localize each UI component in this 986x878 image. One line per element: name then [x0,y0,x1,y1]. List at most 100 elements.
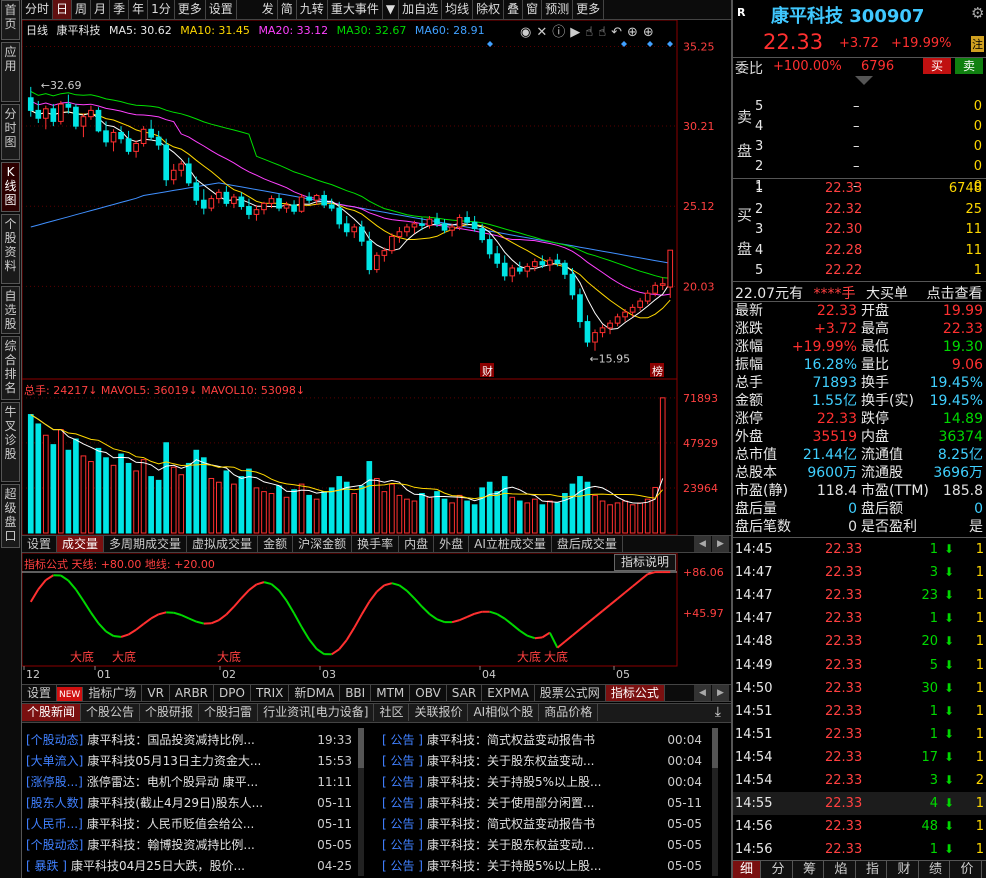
toolbar-btn-13[interactable]: 加自选 [399,0,443,19]
volume-tab-3[interactable]: 虚拟成交量 [187,536,259,552]
bottom-tab-1[interactable]: 分 [765,861,793,878]
indicator-help-button[interactable]: 指标说明 [614,554,677,571]
toolbar-btn-19[interactable]: 更多 [573,0,605,19]
event-dropdown-icon[interactable]: ▼ [383,0,400,19]
toolbar-btn-10[interactable]: 简 [278,0,297,19]
volume-tab-7[interactable]: 内盘 [399,536,435,552]
news-tab-5[interactable]: 社区 [374,704,410,721]
news-right-5[interactable]: [ 公告 ] 康平科技：关于股东权益变动... 05-05 [382,835,702,856]
indicator-tab-14[interactable]: 指标公式 [605,685,665,701]
volume-tab-2[interactable]: 多周期成交量 [104,536,188,552]
buy-button[interactable]: 买 [923,58,951,74]
volume-tab-8[interactable]: 外盘 [434,536,470,552]
news-right-0[interactable]: [ 公告 ] 康平科技：简式权益变动报告书 00:04 [382,730,702,751]
news-left-5[interactable]: [个股动态] 康平科技：翰博投资减持比例... 05-05 [26,835,352,856]
toolbar-btn-12[interactable]: 重大事件 [328,0,383,19]
volume-tab-6[interactable]: 换手率 [352,536,400,552]
toolbar-btn-7[interactable]: 更多 [175,0,206,19]
news-right-1[interactable]: [ 公告 ] 康平科技：关于股东权益变动... 00:04 [382,751,702,772]
main-chart-area[interactable]: 35.25 30.21 25.12 20.03 ←32.69 ←15.95 财 榜 71893 4… [22,20,731,680]
indicator-tab-8[interactable]: BBI [340,685,372,701]
tabs-scroll-right-icon[interactable]: ▶ [712,685,729,701]
left-tab-3[interactable]: K线图 [1,162,20,212]
news-tab-1[interactable]: 个股公告 [81,704,141,721]
volume-tab-4[interactable]: 金额 [258,536,294,552]
toolbar-btn-15[interactable]: 除权 [473,0,505,19]
news-right-title[interactable]: 康平科技：简式权益变动报告书 [427,817,595,831]
left-tab-6[interactable]: 综合排名 [1,336,20,400]
big-order-row[interactable]: 22.07元有 ****手 大买单 点击查看 [735,283,982,303]
news-left-4[interactable]: [人民币...] 康平科技：人民币贬值会给公... 05-11 [26,814,352,835]
news-scrollbar[interactable] [712,728,718,876]
news-tab-7[interactable]: AI相似个股 [468,704,540,721]
bottom-tab-0[interactable]: 细 [733,861,761,878]
news-tab-3[interactable]: 个股扫雷 [199,704,259,721]
indicator-tab-12[interactable]: EXPMA [482,685,535,701]
news-right-4[interactable]: [ 公告 ] 康平科技：简式权益变动报告书 05-05 [382,814,702,835]
indicator-tab-3[interactable]: VR [142,685,170,701]
left-tab-2[interactable]: 分时图 [1,104,20,160]
news-left-title[interactable]: 康平科技：翰博投资减持比例... [87,838,254,852]
toolbar-btn-16[interactable]: 叠 [504,0,524,19]
news-tab-0[interactable]: 个股新闻 [22,704,82,721]
news-right-2[interactable]: [ 公告 ] 康平科技：关于持股5%以上股... 00:04 [382,772,702,793]
toolbar-btn-2[interactable]: 周 [72,0,92,19]
volume-tab-0[interactable]: 设置 [22,536,58,552]
news-left-title[interactable]: 康平科技：国品投资减持比例... [87,733,254,747]
indicator-tab-4[interactable]: ARBR [170,685,215,701]
toolbar-btn-14[interactable]: 均线 [442,0,474,19]
news-tab-8[interactable]: 商品价格 [539,704,599,721]
news-right-6[interactable]: [ 公告 ] 康平科技：关于持股5%以上股... 05-05 [382,856,702,877]
bottom-tab-3[interactable]: 焰 [828,861,856,878]
toolbar-btn-5[interactable]: 年 [129,0,149,19]
news-tab-2[interactable]: 个股研报 [140,704,200,721]
toolbar-btn-0[interactable]: 分时 [22,0,54,19]
sell-button[interactable]: 卖 [955,58,983,74]
news-right-3[interactable]: [ 公告 ] 康平科技：关于使用部分闲置... 05-11 [382,793,702,814]
indicator-tab-13[interactable]: 股票公式网 [535,685,606,701]
toolbar-btn-9[interactable]: 发 [259,0,278,19]
toolbar-btn-1[interactable]: 日 [53,0,73,19]
big-order-link[interactable]: 点击查看 [926,286,982,302]
left-tab-0[interactable]: 首页 [1,0,20,40]
news-left-2[interactable]: [涨停股...] 涨停雷达：电机个股异动 康平... 11:11 [26,772,352,793]
news-left-1[interactable]: [大单流入] 康平科技05月13日主力资金大... 15:53 [26,751,352,772]
volume-tab-1[interactable]: 成交量 [57,536,105,552]
bottom-tab-2[interactable]: 筹 [796,861,824,878]
indicator-tab-10[interactable]: OBV [410,685,447,701]
news-scrollbar[interactable] [358,728,364,876]
download-icon[interactable]: ⤓ [715,704,721,720]
news-right-title[interactable]: 康平科技：简式权益变动报告书 [427,733,595,747]
toolbar-btn-4[interactable]: 季 [110,0,130,19]
news-right-title[interactable]: 康平科技：关于持股5%以上股... [427,859,601,873]
news-left-title[interactable]: 康平科技：人民币贬值会给公... [87,817,254,831]
left-tab-1[interactable]: 应用 [1,42,20,102]
indicator-tab-2[interactable]: 指标广场 [83,685,143,701]
left-tab-8[interactable]: 超级盘口 [1,484,20,548]
indicator-tab-6[interactable]: TRIX [251,685,290,701]
tabs-scroll-left-icon[interactable]: ◀ [694,685,711,701]
volume-tab-10[interactable]: 盘后成交量 [552,536,623,552]
indicator-tab-7[interactable]: 新DMA [289,685,341,701]
gear-icon[interactable]: ⚙ [971,4,984,22]
toolbar-btn-6[interactable]: 1分 [148,0,175,19]
news-tab-6[interactable]: 关联报价 [409,704,469,721]
left-tab-5[interactable]: 自选股 [1,286,20,334]
indicator-tab-11[interactable]: SAR [447,685,483,701]
news-right-title[interactable]: 康平科技：关于持股5%以上股... [427,775,601,789]
left-tab-4[interactable]: 个股资料 [1,214,20,284]
toolbar-btn-17[interactable]: 窗 [523,0,543,19]
bottom-tab-5[interactable]: 财 [891,861,919,878]
news-left-title[interactable]: 康平科技(截止4月29日)股东人... [87,796,263,810]
news-left-6[interactable]: [ 暴跌 ] 康平科技04月25日大跌，股价... 04-25 [26,856,352,877]
tabs-scroll-left-icon[interactable]: ◀ [694,536,711,552]
volume-tab-5[interactable]: 沪深金额 [293,536,353,552]
news-left-3[interactable]: [股东人数] 康平科技(截止4月29日)股东人... 05-11 [26,793,352,814]
toolbar-btn-3[interactable]: 月 [91,0,111,19]
volume-tab-9[interactable]: AI立桩成交量 [469,536,552,552]
indicator-tab-0[interactable]: 设置 [22,685,58,701]
collapse-icon[interactable] [855,76,873,85]
toolbar-btn-18[interactable]: 预测 [542,0,574,19]
toolbar-btn-8[interactable]: 设置 [206,0,237,19]
bottom-tab-7[interactable]: 价 [954,861,982,878]
